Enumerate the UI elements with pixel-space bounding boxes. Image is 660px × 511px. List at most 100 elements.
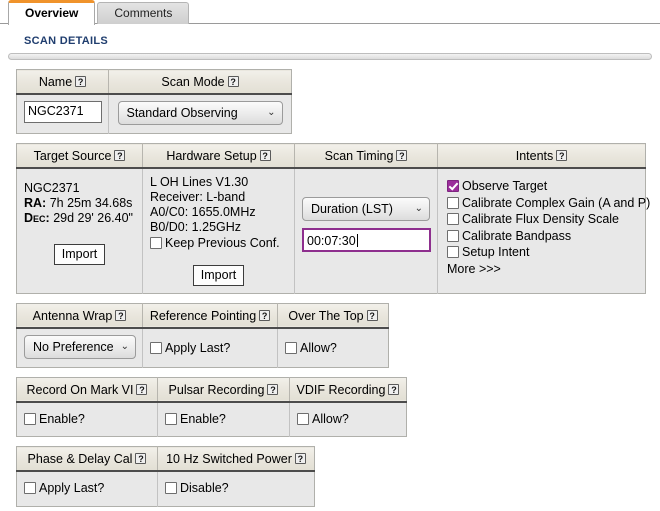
target-source-import-wrap: Import [24, 244, 135, 265]
pulsar-recording-checkbox[interactable] [165, 413, 177, 425]
intent-setup-intent-checkbox[interactable] [447, 246, 459, 258]
header-target-source: Target Source? [17, 144, 143, 169]
tab-overview-label: Overview [25, 6, 78, 20]
header-switched-power: 10 Hz Switched Power? [158, 447, 315, 472]
hardware-import-button[interactable]: Import [193, 265, 244, 286]
scan-timing-mode-wrap: Duration (LST) ⌄ [302, 197, 430, 221]
over-the-top-row[interactable]: Allow? [285, 340, 381, 357]
intent-label: Calibrate Flux Density Scale [462, 212, 619, 226]
intent-setup-intent-row[interactable]: Setup Intent [447, 244, 638, 261]
tab-comments[interactable]: Comments [97, 2, 189, 24]
help-icon[interactable]: ? [114, 150, 125, 161]
duration-value: 00:07:30 [307, 234, 356, 248]
header-over-the-top-label: Over The Top [288, 309, 363, 323]
help-icon[interactable]: ? [260, 150, 271, 161]
cell-scan-mode: Standard Observing ⌄ [109, 94, 292, 134]
keep-previous-conf-checkbox-row[interactable]: Keep Previous Conf. [150, 235, 287, 252]
record-on-mark-vi-label: Enable? [39, 412, 85, 426]
keep-previous-conf-checkbox[interactable] [150, 237, 162, 249]
reference-pointing-row[interactable]: Apply Last? [150, 340, 270, 357]
record-on-mark-vi-checkbox[interactable] [24, 413, 36, 425]
hardware-line: A0/C0: 1655.0MHz [150, 205, 287, 220]
header-intents-label: Intents [516, 149, 554, 163]
target-source-name: NGC2371 [24, 181, 135, 196]
help-icon[interactable]: ? [267, 384, 278, 395]
intent-calibrate-bandpass-checkbox[interactable] [447, 230, 459, 242]
intent-calibrate-complex-gain-checkbox[interactable] [447, 197, 459, 209]
cell-record-on-mark-vi: Enable? [17, 402, 158, 437]
cell-intents: Observe Target Calibrate Complex Gain (A… [438, 168, 646, 293]
header-vdif-recording: VDIF Recording? [290, 377, 407, 402]
duration-input[interactable]: 00:07:30 [302, 228, 431, 252]
header-intents: Intents? [438, 144, 646, 169]
intent-calibrate-flux-density-checkbox[interactable] [447, 213, 459, 225]
phase-delay-panel: Phase & Delay Cal? 10 Hz Switched Power?… [16, 446, 315, 507]
help-icon[interactable]: ? [259, 310, 270, 321]
intent-observe-target-row[interactable]: Observe Target [447, 178, 638, 195]
help-icon[interactable]: ? [228, 76, 239, 87]
antenna-wrap-select[interactable]: No Preference ⌄ [24, 335, 136, 359]
cell-name: NGC2371 [17, 94, 109, 134]
header-target-source-label: Target Source [34, 149, 112, 163]
intent-calibrate-flux-density-row[interactable]: Calibrate Flux Density Scale [447, 211, 638, 228]
phase-delay-cal-row[interactable]: Apply Last? [24, 480, 150, 497]
ra-label: RA: [24, 196, 46, 210]
table-row: No Preference ⌄ Apply Last? Allow? [17, 328, 389, 368]
phase-delay-cal-checkbox[interactable] [24, 482, 36, 494]
table-header-row: Phase & Delay Cal? 10 Hz Switched Power? [17, 447, 315, 472]
over-the-top-checkbox[interactable] [285, 342, 297, 354]
header-hardware-setup-label: Hardware Setup [166, 149, 256, 163]
reference-pointing-checkbox[interactable] [150, 342, 162, 354]
scan-timing-mode-select[interactable]: Duration (LST) ⌄ [302, 197, 430, 221]
help-icon[interactable]: ? [136, 384, 147, 395]
help-icon[interactable]: ? [367, 310, 378, 321]
help-icon[interactable]: ? [135, 453, 146, 464]
target-source-import-button[interactable]: Import [54, 244, 105, 265]
intent-label: Setup Intent [462, 245, 529, 259]
tab-comments-label: Comments [114, 6, 172, 20]
header-record-on-mark-vi: Record On Mark VI? [17, 377, 158, 402]
intents-more-link[interactable]: More >>> [447, 262, 638, 276]
help-icon[interactable]: ? [388, 384, 399, 395]
table-header-row: Name? Scan Mode? [17, 70, 292, 95]
cell-hardware-setup: L OH Lines V1.30 Receiver: L-band A0/C0:… [143, 168, 295, 293]
scan-mode-select[interactable]: Standard Observing ⌄ [118, 101, 283, 125]
cell-over-the-top: Allow? [278, 328, 389, 368]
help-icon[interactable]: ? [556, 150, 567, 161]
keep-previous-conf-label: Keep Previous Conf. [165, 236, 280, 250]
cell-target-source: NGC2371 RA: 7h 25m 34.68s Dec: 29d 29' 2… [17, 168, 143, 293]
cell-switched-power: Disable? [158, 471, 315, 506]
tab-strip: Overview Comments [0, 0, 660, 24]
header-antenna-wrap-label: Antenna Wrap [33, 309, 113, 323]
record-on-mark-vi-row[interactable]: Enable? [24, 411, 150, 428]
help-icon[interactable]: ? [295, 453, 306, 464]
help-icon[interactable]: ? [75, 76, 86, 87]
over-the-top-label: Allow? [300, 341, 337, 355]
intent-observe-target-checkbox[interactable] [447, 180, 459, 192]
table-header-row: Record On Mark VI? Pulsar Recording? VDI… [17, 377, 407, 402]
header-pulsar-recording: Pulsar Recording? [158, 377, 290, 402]
header-name-label: Name [39, 75, 72, 89]
table-header-row: Antenna Wrap? Reference Pointing? Over T… [17, 303, 389, 328]
header-phase-delay-cal: Phase & Delay Cal? [17, 447, 158, 472]
header-scan-timing: Scan Timing? [295, 144, 438, 169]
cell-vdif-recording: Allow? [290, 402, 407, 437]
help-icon[interactable]: ? [115, 310, 126, 321]
header-over-the-top: Over The Top? [278, 303, 389, 328]
tab-overview[interactable]: Overview [8, 0, 95, 25]
switched-power-row[interactable]: Disable? [165, 480, 307, 497]
intent-calibrate-complex-gain-row[interactable]: Calibrate Complex Gain (A and P) [447, 195, 638, 212]
switched-power-checkbox[interactable] [165, 482, 177, 494]
header-vdif-recording-label: VDIF Recording [297, 383, 386, 397]
vdif-recording-row[interactable]: Allow? [297, 411, 399, 428]
chevron-down-icon: ⌄ [121, 336, 129, 358]
help-icon[interactable]: ? [396, 150, 407, 161]
intent-label: Calibrate Bandpass [462, 229, 571, 243]
pulsar-recording-row[interactable]: Enable? [165, 411, 282, 428]
intent-calibrate-bandpass-row[interactable]: Calibrate Bandpass [447, 228, 638, 245]
header-reference-pointing-label: Reference Pointing [150, 309, 256, 323]
vdif-recording-checkbox[interactable] [297, 413, 309, 425]
table-header-row: Target Source? Hardware Setup? Scan Timi… [17, 144, 646, 169]
cell-scan-timing: Duration (LST) ⌄ 00:07:30 [295, 168, 438, 293]
name-input[interactable]: NGC2371 [24, 101, 102, 123]
